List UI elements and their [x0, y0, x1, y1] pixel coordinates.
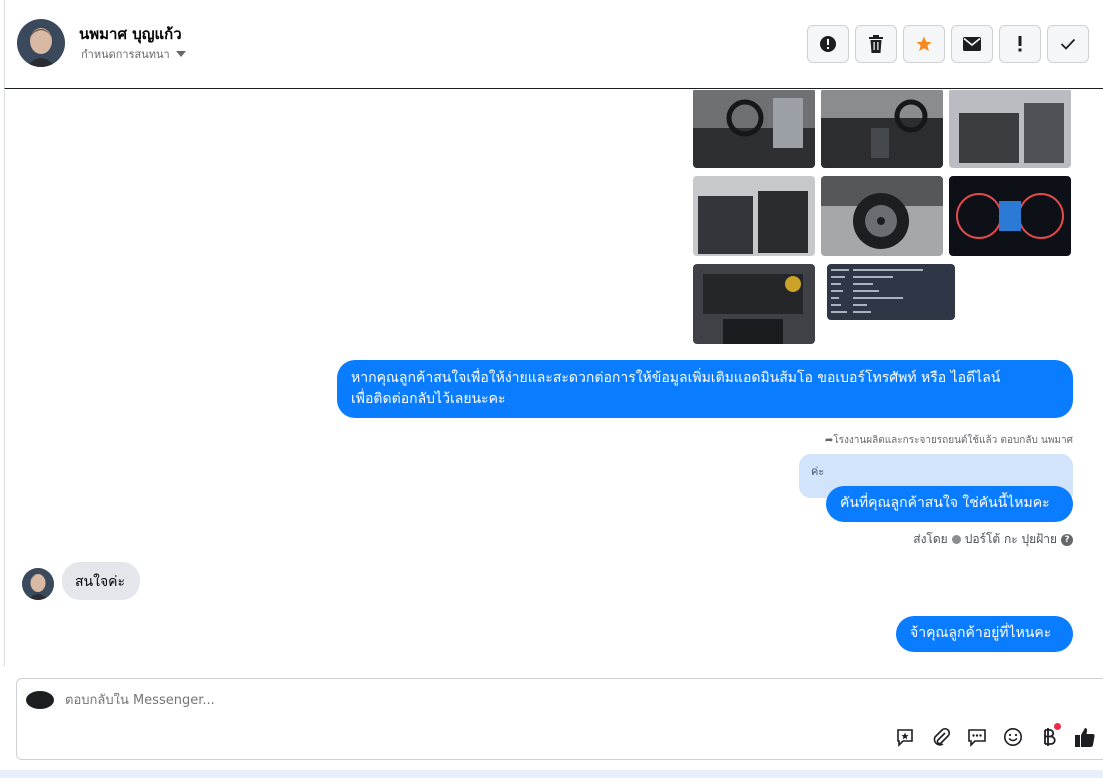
assign-conversation-dropdown[interactable]: กำหนดการสนทนา: [81, 45, 186, 63]
thumbs-up-icon: [1075, 728, 1095, 747]
payment-button[interactable]: [1037, 723, 1061, 749]
outgoing-message-bubble-2[interactable]: คันที่คุณลูกค้าสนใจ ใช่คันนี้ไหมคะ: [826, 486, 1073, 522]
agent-status-icon: [951, 535, 961, 544]
saved-reply-button[interactable]: [893, 725, 917, 749]
report-button[interactable]: [807, 25, 849, 63]
contact-avatar-small[interactable]: [22, 568, 54, 600]
composer-tools: [893, 723, 1097, 749]
sent-by-label: ส่งโดย ปอร์โต้ กะ ปุยฝ้าย ?: [913, 530, 1073, 549]
reply-composer: [16, 678, 1103, 760]
report-icon: [820, 36, 836, 52]
envelope-icon: [963, 37, 981, 51]
exclamation-icon: [1018, 36, 1022, 52]
message-text: คันที่คุณลูกค้าสนใจ ใช่คันนี้ไหมคะ: [840, 495, 1050, 511]
header-actions: [807, 25, 1089, 63]
check-icon: [1060, 38, 1076, 50]
reply-indicator: ➦โรงงานผลิตและกระจายรถยนต์ใช้แล้ว ตอบกลั…: [825, 433, 1073, 448]
emoji-icon: [1004, 728, 1022, 746]
attachment-button[interactable]: [929, 725, 953, 749]
message-text: จ้าคุณลูกค้าอยู่ที่ไหนคะ: [910, 625, 1052, 641]
notification-dot: [1054, 723, 1061, 730]
chat-button[interactable]: [965, 725, 989, 749]
car-gauge-cluster-photo[interactable]: [949, 176, 1071, 256]
attachment-icon: [933, 727, 951, 746]
caret-down-icon: [175, 51, 186, 57]
reply-input[interactable]: [65, 693, 765, 708]
bottom-strip: [0, 770, 1103, 778]
reply-note-text: โรงงานผลิตและกระจายรถยนต์ใช้แล้ว ตอบกลับ…: [833, 435, 1073, 446]
car-interior-steering-photo[interactable]: [693, 90, 815, 168]
delete-button[interactable]: [855, 25, 897, 63]
page-logo: [26, 691, 54, 709]
trash-icon: [869, 35, 883, 53]
star-button[interactable]: [903, 25, 945, 63]
mark-done-button[interactable]: [1047, 25, 1089, 63]
incoming-message-bubble[interactable]: สนใจค่ะ: [62, 562, 140, 600]
message-thread[interactable]: หากคุณลูกค้าสนใจเพื่อให้ง่ายและสะดวกต่อก…: [4, 90, 1103, 666]
outgoing-message-bubble[interactable]: หากคุณลูกค้าสนใจเพื่อให้ง่ายและสะดวกต่อก…: [337, 360, 1073, 418]
car-front-seat-photo[interactable]: [693, 176, 815, 256]
chat-icon: [968, 729, 986, 747]
message-text-line: เพื่อติดต่อกลับไว้เลยนะคะ: [351, 391, 506, 407]
assign-label: กำหนดการสนทนา: [81, 48, 170, 61]
emoji-button[interactable]: [1001, 725, 1025, 749]
outgoing-message-bubble-3[interactable]: จ้าคุณลูกค้าอยู่ที่ไหนคะ: [896, 616, 1073, 652]
sent-by-name: ปอร์โต้ กะ ปุยฝ้าย: [964, 532, 1057, 546]
car-dashboard-photo[interactable]: [821, 90, 943, 168]
message-text-line: หากคุณลูกค้าสนใจเพื่อให้ง่ายและสะดวกต่อก…: [351, 370, 1001, 386]
spam-button[interactable]: [999, 25, 1041, 63]
saved-reply-icon: [897, 729, 913, 747]
car-spec-sheet-photo[interactable]: [827, 264, 955, 320]
star-icon: [916, 36, 932, 52]
car-wheel-photo[interactable]: [821, 176, 943, 256]
like-button[interactable]: [1073, 725, 1097, 749]
contact-name: นพมาศ บุญแก้ว: [79, 25, 182, 43]
help-icon[interactable]: ?: [1061, 533, 1073, 546]
baht-payment-icon: [1044, 728, 1056, 746]
car-engine-bay-photo[interactable]: [693, 264, 815, 344]
sent-by-prefix: ส่งโดย: [913, 532, 948, 546]
conversation-header: นพมาศ บุญแก้ว กำหนดการสนทนา: [4, 0, 1103, 89]
contact-avatar[interactable]: [17, 19, 65, 67]
mark-unread-button[interactable]: [951, 25, 993, 63]
quoted-text: ค่ะ: [811, 465, 825, 478]
message-text: สนใจค่ะ: [75, 574, 126, 590]
car-rear-seat-photo[interactable]: [949, 90, 1071, 168]
